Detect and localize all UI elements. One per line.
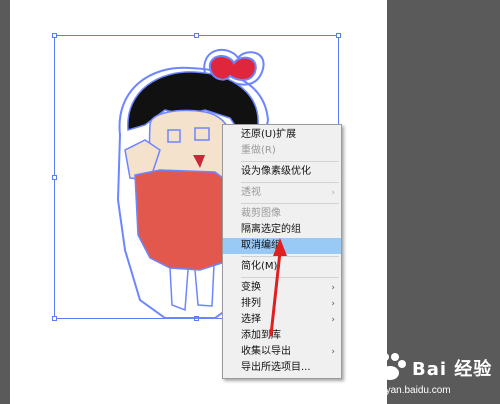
menu-item-ungroup[interactable]: 取消编组 <box>223 238 341 254</box>
menu-item-label: 收集以导出 <box>241 346 291 357</box>
menu-item-label: 还原(U)扩展 <box>241 129 297 140</box>
menu-item-label: 重做(R) <box>241 145 276 156</box>
menu-item-export-selection[interactable]: 导出所选项目... <box>223 360 341 376</box>
watermark-url: jingyan.baidu.com <box>370 385 451 396</box>
menu-item-label: 取消编组 <box>241 240 281 251</box>
menu-item-isolate-group[interactable]: 隔离选定的组 <box>223 222 341 238</box>
menu-item-label: 排列 <box>241 298 261 309</box>
submenu-arrow-icon: › <box>331 188 335 198</box>
menu-item-label: 简化(M) <box>241 261 278 272</box>
menu-item-collect-for-export[interactable]: 收集以导出 › <box>223 344 341 360</box>
menu-item-add-to-library[interactable]: 添加到库 <box>223 328 341 344</box>
baidu-jingyan-watermark: Bai 经验 jingyan.baidu.com <box>368 347 498 402</box>
menu-item-label: 裁剪图像 <box>241 208 281 219</box>
menu-separator <box>241 256 339 257</box>
submenu-arrow-icon: › <box>331 347 335 357</box>
menu-item-arrange[interactable]: 排列 › <box>223 296 341 312</box>
menu-item-label: 导出所选项目... <box>241 362 311 373</box>
watermark-brand: Bai 经验 <box>412 359 493 380</box>
menu-item-redo: 重做(R) <box>223 143 341 159</box>
menu-item-label: 隔离选定的组 <box>241 224 301 235</box>
menu-separator <box>241 161 339 162</box>
menu-separator <box>241 203 339 204</box>
menu-item-label: 选择 <box>241 314 261 325</box>
menu-item-crop-image: 裁剪图像 <box>223 206 341 222</box>
menu-item-select[interactable]: 选择 › <box>223 312 341 328</box>
menu-item-label: 添加到库 <box>241 330 281 341</box>
menu-separator <box>241 277 339 278</box>
menu-item-label: 变换 <box>241 282 261 293</box>
menu-item-transform[interactable]: 变换 › <box>223 280 341 296</box>
menu-item-label: 透视 <box>241 187 261 198</box>
menu-item-pixel-optimize[interactable]: 设为像素级优化 <box>223 164 341 180</box>
context-menu: 还原(U)扩展 重做(R) 设为像素级优化 透视 › 裁剪图像 隔离选定的组 取消… <box>222 124 342 379</box>
submenu-arrow-icon: › <box>331 299 335 309</box>
menu-separator <box>241 182 339 183</box>
menu-item-simplify[interactable]: 简化(M) <box>223 259 341 275</box>
submenu-arrow-icon: › <box>331 315 335 325</box>
submenu-arrow-icon: › <box>331 283 335 293</box>
menu-item-perspective: 透视 › <box>223 185 341 201</box>
paw-logo-icon <box>374 353 406 380</box>
menu-item-label: 设为像素级优化 <box>241 166 311 177</box>
menu-item-undo-expand[interactable]: 还原(U)扩展 <box>223 127 341 143</box>
